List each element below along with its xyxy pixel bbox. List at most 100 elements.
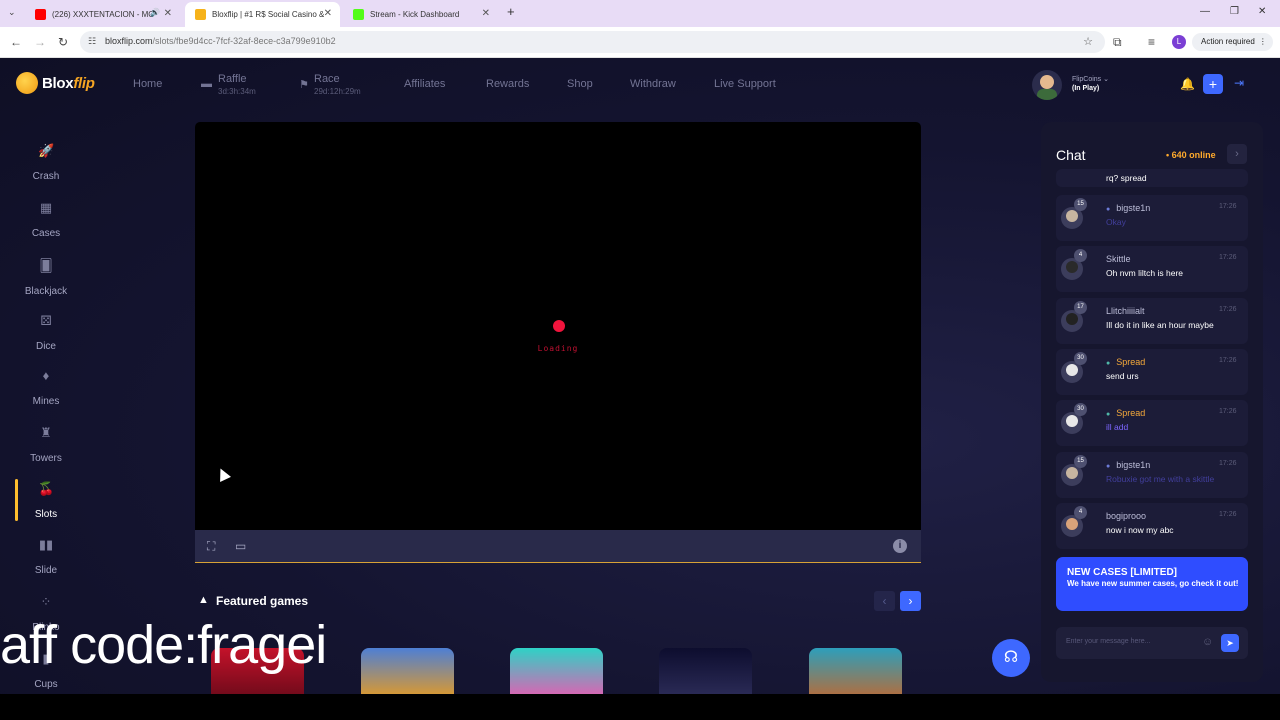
- emoji-icon[interactable]: ☺: [1202, 636, 1213, 648]
- featured-game-thumbnail[interactable]: [809, 648, 902, 694]
- nav-home[interactable]: Home: [133, 78, 162, 90]
- chat-time: 17:26: [1219, 460, 1237, 467]
- send-button[interactable]: ➤: [1221, 634, 1239, 652]
- sidebar-item-label: Dice: [35, 341, 56, 352]
- tab-youtube[interactable]: (226) XXXTENTACION - MO 🔊 ✕: [25, 2, 180, 27]
- new-tab-plus-icon[interactable]: +: [507, 4, 515, 19]
- extensions-icon[interactable]: ⧉: [1113, 35, 1122, 50]
- media-icon[interactable]: ≡: [1148, 35, 1155, 49]
- nav-race[interactable]: Race 29d:12h:29m: [314, 73, 361, 96]
- chat-message-text: Robuxie got me with a skittle: [1106, 474, 1215, 484]
- nav-withdraw[interactable]: Withdraw: [630, 78, 676, 90]
- chat-username[interactable]: Llitchiiiialt: [1106, 306, 1145, 316]
- sidebar-item-mines[interactable]: ♦ Mines: [0, 369, 92, 409]
- action-required-button[interactable]: Action required ⋮: [1192, 33, 1273, 51]
- nav-shop[interactable]: Shop: [567, 78, 593, 90]
- sidebar-item-blackjack[interactable]: 🂠 Blackjack: [0, 259, 92, 299]
- chat-username-text: bigste1n: [1116, 203, 1151, 213]
- nav-affiliates[interactable]: Affiliates: [404, 78, 445, 90]
- chat-username[interactable]: ● Spread: [1106, 408, 1145, 418]
- nav-raffle[interactable]: Raffle 3d:3h:34m: [218, 73, 256, 96]
- fire-icon: ▲: [198, 594, 209, 606]
- maximize-icon[interactable]: ❐: [1230, 6, 1239, 17]
- chat-input[interactable]: Enter your message here... ☺ ➤: [1056, 627, 1248, 659]
- chat-time: 17:26: [1219, 254, 1237, 261]
- chat-username[interactable]: ● Spread: [1106, 357, 1145, 367]
- chat-username-text: Spread: [1116, 408, 1146, 418]
- bookmark-star-icon[interactable]: ☆: [1083, 35, 1093, 48]
- site-info-icon[interactable]: ☷: [88, 36, 96, 47]
- tab-bloxflip[interactable]: Bloxflip | #1 R$ Social Casino & ✕: [185, 2, 340, 27]
- raffle-label: Raffle: [218, 73, 247, 85]
- user-name[interactable]: FlipCoins ⌄: [1072, 75, 1109, 83]
- address-bar: ← → ↻ ☷ bloxflip.com/slots/fbe9d4cc-7fcf…: [0, 27, 1280, 58]
- chat-username-text: Spread: [1116, 357, 1146, 367]
- sidebar-item-towers[interactable]: ♜ Towers: [0, 426, 92, 466]
- close-icon[interactable]: ✕: [482, 8, 490, 19]
- user-status: (In Play): [1072, 85, 1100, 92]
- close-icon[interactable]: ✕: [324, 8, 332, 19]
- featured-next-button[interactable]: ›: [900, 591, 921, 611]
- tab-search-chevron-icon[interactable]: ⌄: [8, 7, 16, 18]
- tab-label: (226) XXXTENTACION - MO: [52, 10, 155, 19]
- bell-icon[interactable]: 🔔: [1180, 77, 1195, 91]
- chat-username[interactable]: bogiprooo: [1106, 511, 1146, 521]
- sidebar-item-crash[interactable]: 🚀 Crash: [0, 144, 92, 184]
- avatar-face: [1066, 313, 1078, 325]
- tab-label: Bloxflip | #1 R$ Social Casino &: [212, 10, 325, 19]
- tab-kick[interactable]: Stream - Kick Dashboard ✕: [343, 2, 498, 27]
- featured-game-thumbnail[interactable]: [510, 648, 603, 694]
- nav-live-support[interactable]: Live Support: [714, 78, 776, 90]
- avatar-face: [1066, 261, 1078, 273]
- promo-banner[interactable]: NEW CASES [LIMITED] We have new summer c…: [1056, 557, 1248, 611]
- chat-username[interactable]: Skittle: [1106, 254, 1131, 264]
- support-headset-button[interactable]: ☊: [992, 639, 1030, 677]
- chat-username-text: bigste1n: [1116, 460, 1151, 470]
- featured-prev-button[interactable]: ‹: [874, 591, 895, 611]
- featured-game-thumbnail[interactable]: [659, 648, 752, 694]
- forward-icon[interactable]: →: [34, 35, 46, 49]
- sidebar-item-label: Towers: [30, 453, 62, 464]
- sidebar-item-slots[interactable]: 🍒 Slots: [0, 482, 92, 522]
- chat-collapse-button[interactable]: ›: [1227, 144, 1247, 164]
- slot-game-frame[interactable]: Loading: [195, 122, 921, 530]
- avatar-face: [1066, 467, 1078, 479]
- chat-username[interactable]: ● bigste1n: [1106, 203, 1150, 213]
- featured-game-thumbnail[interactable]: [361, 648, 454, 694]
- nav-rewards[interactable]: Rewards: [486, 78, 529, 90]
- browser-tab-bar: ⌄ (226) XXXTENTACION - MO 🔊 ✕ Bloxflip |…: [0, 0, 1280, 27]
- affiliate-code-overlay: aff code:fragei: [0, 615, 327, 675]
- bloxflip-logo[interactable]: Bloxflip: [16, 72, 95, 94]
- user-avatar[interactable]: [1032, 70, 1062, 100]
- chat-message-text: send urs: [1106, 371, 1139, 381]
- window-close-icon[interactable]: ✕: [1258, 6, 1266, 17]
- logo-text: Bloxflip: [42, 75, 95, 92]
- close-icon[interactable]: ✕: [164, 8, 172, 19]
- bloxflip-app: Bloxflip Home ▬ Raffle 3d:3h:34m ⚑ Race 29…: [0, 58, 1280, 694]
- level-badge: 4: [1074, 249, 1087, 262]
- reload-icon[interactable]: ↻: [58, 35, 68, 49]
- avatar-face: [1066, 518, 1078, 530]
- back-icon[interactable]: ←: [10, 35, 22, 49]
- theater-mode-icon[interactable]: ▭: [235, 539, 246, 553]
- url-host: bloxflip.com: [105, 36, 153, 46]
- chat-username[interactable]: ● bigste1n: [1106, 460, 1150, 470]
- sidebar-item-cases[interactable]: ▦ Cases: [0, 201, 92, 241]
- profile-avatar[interactable]: L: [1172, 35, 1186, 49]
- sidebar-item-dice[interactable]: ⚄ Dice: [0, 314, 92, 354]
- chat-time: 17:26: [1219, 306, 1237, 313]
- game-controls-bar: ⛶ ▭ i: [195, 530, 921, 563]
- info-icon[interactable]: i: [893, 539, 907, 553]
- logout-icon[interactable]: ⇥: [1234, 76, 1244, 90]
- chat-message-text: Oh nvm liltch is here: [1106, 268, 1183, 278]
- sidebar-item-label: Cases: [31, 228, 61, 239]
- youtube-favicon-icon: [35, 9, 46, 20]
- minimize-icon[interactable]: —: [1200, 6, 1210, 17]
- gem-icon: ♦: [42, 368, 50, 383]
- chat-input-placeholder: Enter your message here...: [1066, 638, 1151, 645]
- deposit-plus-button[interactable]: +: [1203, 74, 1223, 94]
- avatar-body: [1037, 89, 1057, 100]
- fullscreen-icon[interactable]: ⛶: [207, 539, 215, 554]
- sidebar-item-slide[interactable]: ▮▮ Slide: [0, 538, 92, 578]
- url-field[interactable]: ☷ bloxflip.com/slots/fbe9d4cc-7fcf-32af-…: [80, 31, 1105, 53]
